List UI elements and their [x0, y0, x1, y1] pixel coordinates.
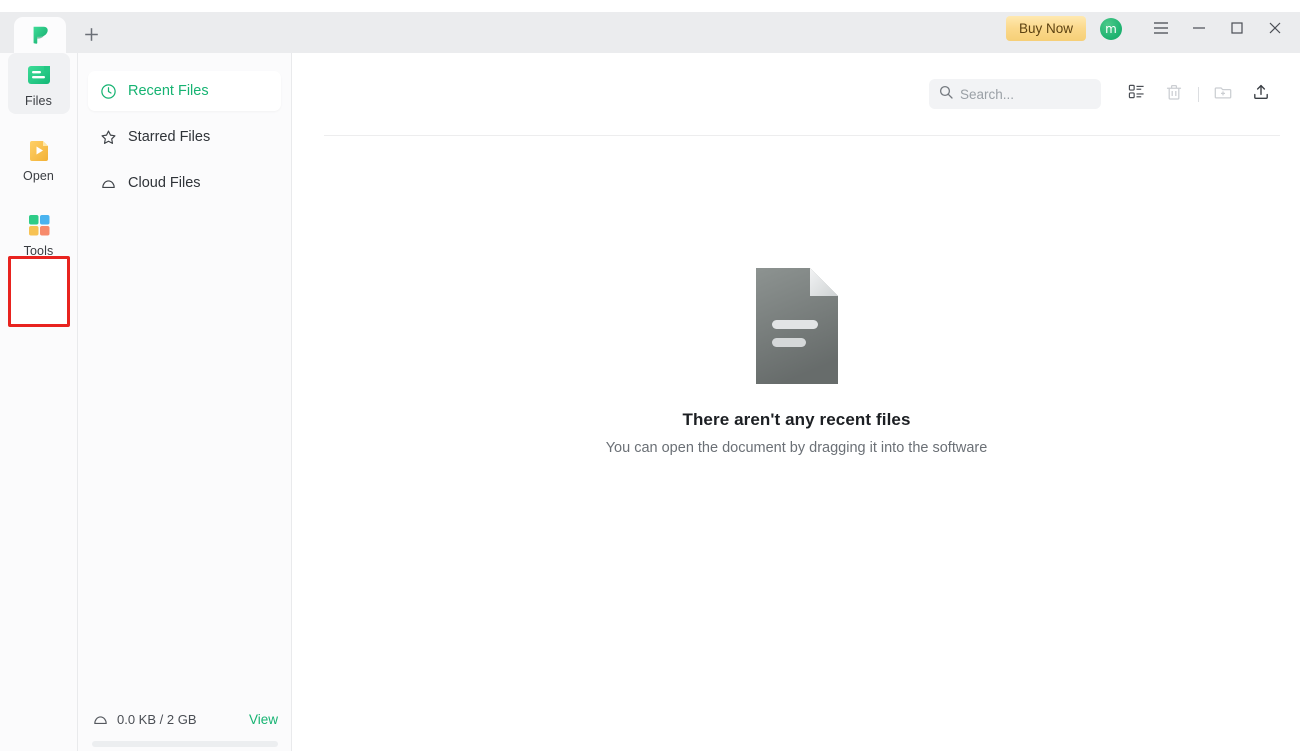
app-window: Buy Now m Files Open Tools Recent Files … — [0, 12, 1300, 751]
rail-label-tools: Tools — [23, 244, 54, 258]
empty-state-subtitle: You can open the document by dragging it… — [605, 440, 988, 456]
tools-grid-icon — [25, 211, 53, 239]
cloud-icon — [100, 175, 117, 192]
rail-item-tools[interactable]: Tools — [8, 203, 70, 264]
clock-icon — [100, 83, 117, 100]
new-folder-icon — [1214, 83, 1232, 106]
maximize-button[interactable] — [1218, 14, 1256, 47]
buy-now-button[interactable]: Buy Now — [1005, 16, 1086, 41]
file-sidebar: Recent Files Starred Files Cloud Files 0… — [78, 53, 292, 751]
sidebar-label-cloud-files: Cloud Files — [128, 175, 201, 191]
open-folder-icon — [25, 136, 53, 164]
window-controls-group: Buy Now m — [1005, 12, 1300, 53]
new-tab-button[interactable] — [74, 17, 108, 51]
content-divider — [324, 135, 1280, 136]
star-icon — [100, 129, 117, 146]
hamburger-menu-icon — [1153, 21, 1169, 40]
cloud-icon — [92, 711, 109, 728]
sidebar-item-recent-files[interactable]: Recent Files — [88, 71, 281, 111]
empty-state: There aren't any recent files You can op… — [293, 268, 1300, 456]
minimize-button[interactable] — [1180, 14, 1218, 47]
search-icon — [939, 85, 953, 104]
toolbar-divider — [1198, 86, 1199, 102]
new-folder-button[interactable] — [1204, 77, 1242, 111]
maximize-icon — [1230, 21, 1244, 40]
trash-icon — [1165, 83, 1183, 106]
sidebar-item-cloud-files[interactable]: Cloud Files — [88, 163, 281, 203]
document-placeholder-icon — [755, 268, 838, 384]
minimize-icon — [1192, 21, 1206, 40]
content-toolbar — [293, 53, 1300, 135]
storage-usage-text: 0.0 KB / 2 GB — [117, 711, 197, 727]
left-rail: Files Open Tools — [0, 53, 78, 751]
title-bar-drag-region — [108, 12, 1006, 53]
tab-active[interactable] — [14, 17, 66, 53]
list-view-button[interactable] — [1117, 77, 1155, 111]
tab-strip — [0, 12, 108, 53]
empty-state-title: There aren't any recent files — [682, 410, 911, 429]
sidebar-nav-list: Recent Files Starred Files Cloud Files — [78, 53, 291, 203]
storage-row: 0.0 KB / 2 GB View — [92, 704, 278, 734]
search-input[interactable] — [960, 86, 1091, 102]
rail-label-files: Files — [25, 94, 52, 108]
delete-button[interactable] — [1155, 77, 1193, 111]
upload-button[interactable] — [1242, 77, 1280, 111]
search-box[interactable] — [929, 79, 1101, 109]
hamburger-menu-button[interactable] — [1142, 14, 1180, 47]
main-content: There aren't any recent files You can op… — [293, 53, 1300, 751]
app-leaf-logo-icon — [29, 24, 51, 46]
close-icon — [1268, 21, 1282, 40]
title-bar: Buy Now m — [0, 12, 1300, 53]
tools-highlight-box — [8, 256, 70, 327]
rail-label-open: Open — [23, 169, 54, 183]
rail-item-open[interactable]: Open — [8, 128, 70, 189]
files-icon — [25, 61, 53, 89]
storage-progress-bar — [92, 741, 278, 747]
upload-icon — [1252, 83, 1270, 106]
list-view-icon — [1128, 83, 1145, 105]
sidebar-label-starred-files: Starred Files — [128, 129, 211, 145]
storage-view-link[interactable]: View — [249, 712, 278, 727]
close-button[interactable] — [1256, 14, 1294, 47]
rail-item-files[interactable]: Files — [7, 53, 70, 114]
plus-icon — [84, 27, 99, 42]
avatar[interactable]: m — [1100, 17, 1122, 40]
sidebar-item-starred-files[interactable]: Starred Files — [88, 117, 281, 157]
sidebar-label-recent-files: Recent Files — [128, 83, 209, 99]
storage-footer: 0.0 KB / 2 GB View — [78, 704, 292, 751]
toolbar-icon-group — [1117, 77, 1280, 111]
